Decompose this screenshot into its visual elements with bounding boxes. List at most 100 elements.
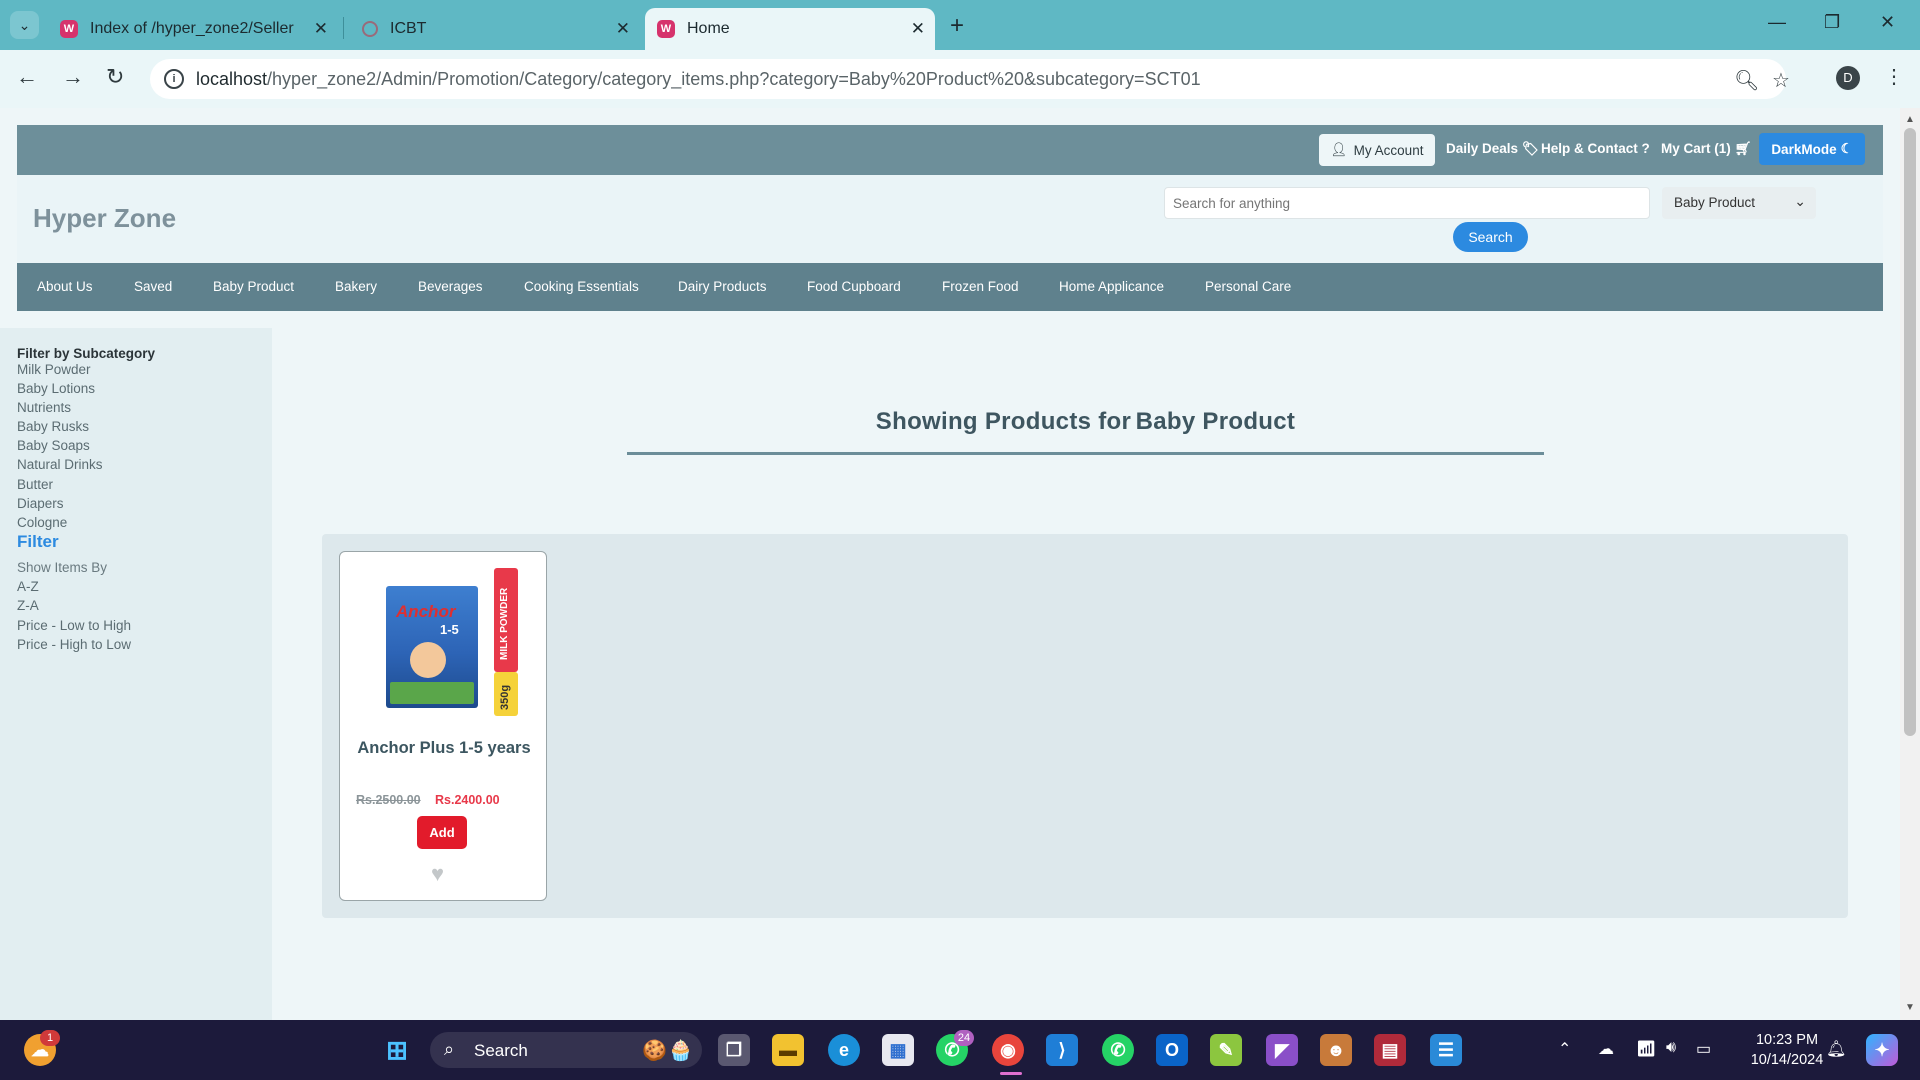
chrome-icon[interactable]: ◉ — [992, 1034, 1024, 1066]
subcategory-link[interactable]: Nutrients — [17, 400, 71, 415]
scroll-thumb[interactable] — [1904, 128, 1916, 736]
page-title-prefix: Showing Products for — [875, 408, 1132, 435]
product-new-price: Rs.2400.00 — [435, 793, 500, 807]
notepad-icon[interactable]: ☰ — [1430, 1034, 1462, 1066]
close-icon[interactable]: ✕ — [616, 19, 630, 39]
page-scrollbar[interactable]: ▲ ▼ — [1900, 108, 1920, 1020]
reload-button[interactable]: ↻ — [106, 64, 124, 90]
url-text[interactable]: localhost/hyper_zone2/Admin/Promotion/Ca… — [196, 69, 1201, 90]
browser-menu-icon[interactable]: ⋮ — [1884, 64, 1904, 89]
category-select[interactable]: Baby Product ⌄ — [1662, 187, 1816, 219]
restore-button[interactable]: ❐ — [1824, 12, 1840, 33]
store-icon[interactable]: ▦ — [882, 1034, 914, 1066]
visual-studio-icon[interactable]: ◤ — [1266, 1034, 1298, 1066]
file-explorer-icon[interactable]: ▬ — [772, 1034, 804, 1066]
nav-item-food-cupboard[interactable]: Food Cupboard — [807, 279, 901, 294]
notification-bell-icon[interactable]: 🔔︎ — [1826, 1039, 1846, 1059]
heart-icon[interactable]: ♥ — [431, 861, 444, 887]
windows-taskbar: ☁ 1 ⊞ ⌕ Search 🍪 🧁 ❐ ▬ e ▦ ✆ 24 ◉ ⟩ ✆ O … — [0, 1020, 1920, 1080]
back-button[interactable]: ← — [16, 64, 38, 90]
cookie-icon: 🍪 — [642, 1040, 667, 1062]
minimize-button[interactable]: — — [1768, 12, 1786, 33]
subcategory-link[interactable]: Cologne — [17, 515, 67, 530]
daily-deals-link[interactable]: Daily Deals 🏷︎ — [1446, 141, 1539, 157]
sort-option[interactable]: A-Z — [17, 579, 39, 594]
sort-option[interactable]: Z-A — [17, 598, 39, 613]
outlook-icon[interactable]: O — [1156, 1034, 1188, 1066]
subcategory-link[interactable]: Baby Soaps — [17, 438, 90, 453]
subcategory-link[interactable]: Natural Drinks — [17, 457, 103, 472]
add-to-cart-button[interactable]: Add — [417, 816, 467, 849]
close-icon[interactable]: ✕ — [911, 19, 925, 39]
nav-item-home-applicance[interactable]: Home Applicance — [1059, 279, 1164, 294]
nav-item-frozen-food[interactable]: Frozen Food — [942, 279, 1019, 294]
zoom-icon[interactable]: 🔍︎ — [1734, 68, 1759, 93]
sort-option[interactable]: Price - Low to High — [17, 618, 131, 633]
nav-item-personal-care[interactable]: Personal Care — [1205, 279, 1291, 294]
tab-index-seller[interactable]: W Index of /hyper_zone2/Seller ✕ — [48, 8, 338, 50]
brand-logo[interactable]: Hyper Zone — [33, 203, 176, 234]
nav-item-beverages[interactable]: Beverages — [418, 279, 483, 294]
forward-button[interactable]: → — [62, 64, 84, 90]
battery-icon[interactable]: ▭ — [1696, 1039, 1711, 1059]
tab-title: Index of /hyper_zone2/Seller — [90, 20, 294, 37]
darkmode-label: DarkMode — [1771, 141, 1837, 157]
product-card[interactable]: Anchor 1-5 MILK POWDER 350g Anchor Plus … — [339, 551, 547, 901]
chevron-up-icon[interactable]: ⌃ — [1558, 1039, 1571, 1059]
nav-item-cooking-essentials[interactable]: Cooking Essentials — [524, 279, 639, 294]
my-account-button[interactable]: 👤︎ My Account — [1319, 134, 1435, 166]
search-button[interactable]: Search — [1453, 222, 1528, 252]
system-clock[interactable]: 10:23 PM 10/14/2024 — [1742, 1030, 1832, 1070]
help-contact-label: Help & Contact — [1541, 141, 1638, 156]
browser-tab-strip: ⌄ W Index of /hyper_zone2/Seller ✕ ICBT … — [0, 0, 1920, 50]
onedrive-icon[interactable]: ☁ — [1598, 1039, 1614, 1059]
address-bar[interactable]: i localhost/hyper_zone2/Admin/Promotion/… — [150, 59, 1790, 99]
tab-title: Home — [687, 20, 730, 37]
sort-option[interactable]: Price - High to Low — [17, 637, 131, 652]
my-cart-link[interactable]: My Cart (1) 🛒︎ — [1661, 141, 1752, 157]
nav-item-saved[interactable]: Saved — [134, 279, 172, 294]
scroll-up-icon[interactable]: ▲ — [1905, 114, 1915, 125]
tab-search-button[interactable]: ⌄ — [10, 11, 39, 39]
product-name[interactable]: Anchor Plus 1-5 years — [350, 738, 538, 758]
subcategory-link[interactable]: Baby Rusks — [17, 419, 89, 434]
profile-avatar[interactable]: D — [1836, 66, 1860, 90]
nav-item-about-us[interactable]: About Us — [37, 279, 93, 294]
subcategory-link[interactable]: Baby Lotions — [17, 381, 95, 396]
nav-item-baby-product[interactable]: Baby Product — [213, 279, 294, 294]
edge-icon[interactable]: e — [828, 1034, 860, 1066]
nav-item-dairy-products[interactable]: Dairy Products — [678, 279, 767, 294]
subcategory-link[interactable]: Butter — [17, 477, 53, 492]
task-view-icon[interactable]: ❐ — [718, 1034, 750, 1066]
wifi-icon[interactable]: 📶︎ — [1636, 1039, 1656, 1059]
scroll-down-icon[interactable]: ▼ — [1905, 1002, 1915, 1013]
darkmode-button[interactable]: DarkMode ☾ — [1759, 133, 1865, 165]
photo-editor-icon[interactable]: ✎ — [1210, 1034, 1242, 1066]
close-icon[interactable]: ✕ — [314, 19, 328, 39]
top-bar: 👤︎ My Account Daily Deals 🏷︎ Help & Cont… — [17, 125, 1883, 175]
whatsapp-desktop-icon[interactable]: ✆ — [1102, 1034, 1134, 1066]
search-input[interactable] — [1164, 187, 1650, 219]
help-contact-link[interactable]: Help & Contact ? — [1541, 141, 1650, 156]
subcategory-link[interactable]: Diapers — [17, 496, 64, 511]
windows-start-icon[interactable]: ⊞ — [381, 1034, 413, 1066]
taskbar-search[interactable]: ⌕ Search 🍪 🧁 — [430, 1032, 702, 1068]
tab-icbt[interactable]: ICBT ✕ — [350, 8, 640, 50]
site-info-icon[interactable]: i — [164, 69, 184, 89]
winrar-icon[interactable]: ▤ — [1374, 1034, 1406, 1066]
subcategory-link[interactable]: Milk Powder — [17, 362, 91, 377]
bookmark-star-icon[interactable]: ☆ — [1772, 68, 1790, 93]
close-window-button[interactable]: ✕ — [1880, 12, 1895, 33]
show-items-by-label: Show Items By — [17, 560, 108, 575]
grass-field-icon — [390, 682, 474, 704]
game-app-icon[interactable]: ☻ — [1320, 1034, 1352, 1066]
product-image[interactable]: Anchor 1-5 MILK POWDER 350g — [386, 568, 522, 718]
new-tab-button[interactable]: + — [950, 12, 964, 40]
subcategory-filter-title: Filter by Subcategory — [17, 346, 156, 361]
clock-time: 10:23 PM — [1755, 1032, 1819, 1048]
copilot-icon[interactable]: ✦ — [1866, 1034, 1898, 1066]
tab-home[interactable]: W Home ✕ — [645, 8, 935, 50]
vscode-icon[interactable]: ⟩ — [1046, 1034, 1078, 1066]
volume-icon[interactable]: 🔊︎ — [1666, 1039, 1676, 1057]
nav-item-bakery[interactable]: Bakery — [335, 279, 377, 294]
